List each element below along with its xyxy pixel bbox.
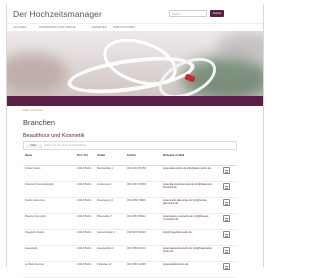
page-title: Branchen: [23, 118, 56, 127]
cell-plz-ort: 10115 Berlin: [75, 197, 95, 214]
cell-webseite[interactable]: www.beauty-cosmetics.de info@beauty-cosm…: [161, 213, 221, 230]
nav-item-experten[interactable]: EXPERTEN: [92, 26, 107, 29]
document-icon[interactable]: [223, 247, 230, 254]
cell-strasse: Parkallee 12: [95, 261, 125, 278]
table-row: Visagistik Studio 10115 Berlin Gartenstraß…: [23, 229, 237, 246]
pdf-icon[interactable]: [221, 165, 237, 182]
cell-name: Visagistik Studio: [23, 229, 75, 246]
search-button[interactable]: Suche: [210, 10, 224, 17]
table-header-row: Name PLZ / Ort Straße Telefon Webseite /…: [23, 153, 237, 166]
cell-name: Haarstudio: [23, 245, 75, 262]
document-icon[interactable]: [223, 231, 230, 238]
site-title[interactable]: Der Hochzeitsmanager: [13, 9, 102, 19]
cell-telefon: 030 2345 67890: [125, 181, 161, 198]
table-row: Haarstudio 10115 Berlin Hauptstraße 3 030 6…: [23, 245, 237, 262]
col-pdf: [221, 153, 237, 166]
table-row: Le Belle Femme 10115 Berlin Parkallee 12 03…: [23, 261, 237, 278]
pdf-icon[interactable]: [221, 181, 237, 198]
cell-webseite[interactable]: www.salon-berlin.de info@salon-berlin.de: [161, 165, 221, 182]
cell-plz-ort: 10115 Berlin: [75, 213, 95, 230]
cell-telefon: 030 5678 90123: [125, 229, 161, 246]
cell-webseite[interactable]: www.haarstudio-berlin.de info@haarstudio…: [161, 245, 221, 262]
cell-webseite[interactable]: www.diamond-kosmetik.de info@diamond-kos…: [161, 181, 221, 198]
col-strasse[interactable]: Straße: [95, 153, 125, 166]
col-telefon[interactable]: Telefon: [125, 153, 161, 166]
cell-strasse: Marktstraße 1: [95, 165, 125, 182]
document-icon[interactable]: [223, 183, 230, 190]
filter-field[interactable]: Filter Geben Sie hier Ihren Suchbegriff …: [23, 141, 237, 150]
cell-strasse: Hauptstraße 3: [95, 245, 125, 262]
table-row: Beauty-Cosmetics 10115 Berlin Birkenallee …: [23, 213, 237, 230]
pdf-icon[interactable]: [221, 213, 237, 230]
cell-plz-ort: 10115 Berlin: [75, 181, 95, 198]
col-name[interactable]: Name: [23, 153, 75, 166]
cell-strasse: Rosenweg 14: [95, 197, 125, 214]
pdf-icon[interactable]: [221, 261, 237, 278]
cell-name: Frisiert Salon: [23, 165, 75, 182]
cell-name: Beauty-Cosmetics: [23, 213, 75, 230]
pdf-icon[interactable]: [221, 229, 237, 246]
breadcrumb[interactable]: Start / Branchen: [23, 108, 43, 112]
site-header: Der Hochzeitsmanager Suche Suche: [7, 4, 263, 22]
cell-name: Studio Glamorise: [23, 197, 75, 214]
document-icon[interactable]: [223, 199, 230, 206]
cell-name: Le Belle Femme: [23, 261, 75, 278]
search-input[interactable]: Suche: [169, 10, 207, 17]
cell-webseite[interactable]: info@visagistik-studio.de: [161, 229, 221, 246]
cell-strasse: Birkenallee 7: [95, 213, 125, 230]
filter-input[interactable]: Geben Sie hier Ihren Suchbegriff ein: [44, 144, 86, 147]
hero-image: [7, 31, 263, 96]
main-nav: HOCHZEIT STANDESAMT UND KIRCHE EXPERTEN …: [7, 23, 263, 31]
filter-label: Filter: [26, 144, 42, 148]
cell-plz-ort: 10115 Berlin: [75, 245, 95, 262]
pdf-icon[interactable]: [221, 245, 237, 262]
section-title: Beautihour und Kosmetik: [23, 133, 85, 139]
document-icon[interactable]: [223, 167, 230, 174]
cell-plz-ort: 10115 Berlin: [75, 229, 95, 246]
cell-name: Diamond Kosmetikstudio: [23, 181, 75, 198]
cell-telefon: 030 4567 89012: [125, 213, 161, 230]
cell-plz-ort: 10115 Berlin: [75, 261, 95, 278]
cell-strasse: Gartenstraße 9: [95, 229, 125, 246]
cell-webseite[interactable]: www.lebellefemme.de: [161, 261, 221, 278]
cell-telefon: 030 7890 12345: [125, 261, 161, 278]
table-row: Diamond Kosmetikstudio 10115 Berlin Linden…: [23, 181, 237, 198]
cell-webseite[interactable]: www.studio-glamorise.de info@studio-glam…: [161, 197, 221, 214]
col-plz-ort[interactable]: PLZ / Ort: [75, 153, 95, 166]
pdf-icon[interactable]: [221, 197, 237, 214]
cell-strasse: Lindenweg 2: [95, 181, 125, 198]
table-row: Studio Glamorise 10115 Berlin Rosenweg 14 0…: [23, 197, 237, 214]
table-row: Frisiert Salon 10115 Berlin Marktstraße 10…: [23, 165, 237, 182]
accent-band: [7, 96, 263, 106]
cell-plz-ort: 10115 Berlin: [75, 165, 95, 182]
cell-telefon: 030 3456 78901: [125, 197, 161, 214]
cell-telefon: 030 1234 56789: [125, 165, 161, 182]
document-icon[interactable]: [223, 215, 230, 222]
nav-item-standesamt[interactable]: STANDESAMT UND KIRCHE: [39, 26, 75, 29]
col-webseite[interactable]: Webseite / E-Mail: [161, 153, 221, 166]
cell-telefon: 030 6789 01234: [125, 245, 161, 262]
nav-item-publikationen[interactable]: PUBLIKATIONEN: [113, 26, 135, 29]
nav-item-hochzeit[interactable]: HOCHZEIT: [13, 26, 27, 29]
branch-table: Name PLZ / Ort Straße Telefon Webseite /…: [23, 153, 237, 278]
